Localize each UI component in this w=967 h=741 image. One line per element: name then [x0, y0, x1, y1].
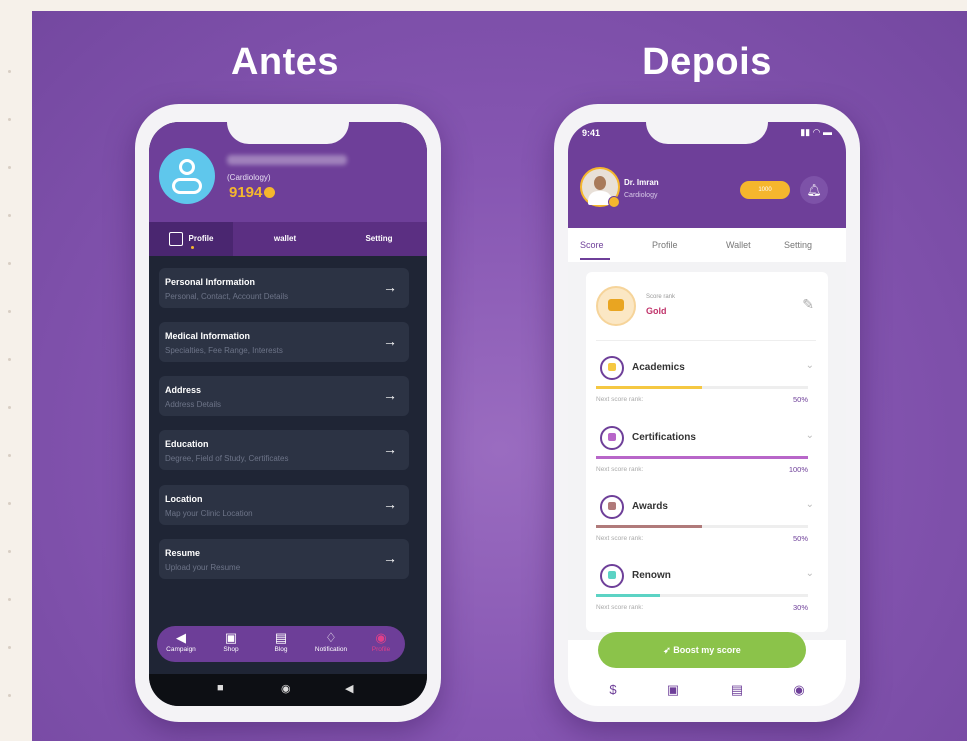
avatar[interactable]: [159, 148, 215, 204]
before-screen: (Cardiology) 9194 Profile wallet Setting…: [149, 122, 427, 706]
profile-tabs: Score Profile Wallet Setting: [568, 228, 846, 262]
profile-icon[interactable]: ◉: [790, 682, 808, 698]
progress-track: [596, 594, 808, 597]
tab-setting[interactable]: Setting: [784, 240, 812, 250]
arrow-right-icon: →: [383, 279, 397, 295]
chevron-down-icon: ⌄: [805, 499, 814, 510]
score-card: Score rank Gold ✎ Academics ⌄ Next score…: [586, 272, 828, 632]
nav-shop[interactable]: ▣ Shop: [207, 630, 255, 653]
before-phone: (Cardiology) 9194 Profile wallet Setting…: [135, 104, 441, 722]
progress-fill: [596, 456, 808, 459]
arrow-right-icon: →: [383, 550, 397, 566]
notch: [227, 122, 349, 144]
edit-icon[interactable]: ✎: [802, 296, 814, 313]
shop-icon: ▣: [224, 630, 238, 645]
arrow-right-icon: →: [383, 387, 397, 403]
tab-score[interactable]: Score: [580, 240, 604, 250]
list-item[interactable]: Medical Information Specialties, Fee Rang…: [159, 322, 409, 362]
user-name-blurred: [227, 155, 347, 165]
blog-icon: ▤: [274, 630, 288, 645]
chevron-down-icon: ⌄: [805, 430, 814, 441]
chevron-down-icon: ⌄: [805, 360, 814, 371]
back-icon[interactable]: ◀: [345, 682, 353, 695]
shop-icon[interactable]: ▣: [664, 682, 682, 698]
decorative-dots: [8, 0, 16, 741]
coin-balance: 9194: [229, 184, 276, 201]
active-tab-indicator: [580, 258, 610, 260]
score-rank-value: Gold: [646, 306, 667, 316]
academics-icon: [600, 356, 624, 380]
tab-setting[interactable]: Setting: [337, 222, 421, 256]
score-section-certifications[interactable]: Certifications ⌄ Next score rank: 100%: [596, 426, 818, 492]
tab-profile[interactable]: Profile: [149, 222, 233, 256]
chevron-down-icon: ⌄: [805, 568, 814, 579]
nav-blog[interactable]: ▤ Blog: [257, 630, 305, 653]
specialty-label: (Cardiology): [227, 173, 271, 182]
blog-icon[interactable]: ▤: [728, 682, 746, 698]
badge-icon: [608, 196, 620, 208]
score-section-awards[interactable]: Awards ⌄ Next score rank: 50%: [596, 495, 818, 561]
score-rank-label: Score rank: [646, 294, 676, 300]
divider: [596, 340, 816, 341]
after-phone: 9:41 ▮▮ ◠ ▬ Dr. Imran Cardiology 1000 🔔︎…: [554, 104, 860, 722]
awards-icon: [600, 495, 624, 519]
comparison-panel: Antes Depois (Cardiology) 9194 Profile w…: [32, 11, 967, 741]
nav-profile[interactable]: ◉ Profile: [357, 630, 405, 653]
bottom-nav: ◀ Campaign ▣ Shop ▤ Blog ♢ Notification ◉ Pro…: [157, 626, 405, 662]
home-icon[interactable]: ◉: [281, 682, 291, 695]
score-section-renown[interactable]: Renown ⌄ Next score rank: 30%: [596, 564, 818, 630]
nav-campaign[interactable]: ◀ Campaign: [157, 630, 205, 653]
progress-fill: [596, 594, 660, 597]
renown-icon: [600, 564, 624, 588]
megaphone-icon: ◀: [176, 630, 186, 645]
tab-wallet[interactable]: Wallet: [726, 240, 751, 250]
progress-fill: [596, 386, 702, 389]
list-item[interactable]: Personal Information Personal, Contact, A…: [159, 268, 409, 308]
list-item[interactable]: Education Degree, Field of Study, Certifi…: [159, 430, 409, 470]
system-nav-bar: ■ ◉ ◀: [149, 674, 427, 706]
profile-tabs: Profile wallet Setting: [149, 222, 427, 256]
score-section-academics[interactable]: Academics ⌄ Next score rank: 50%: [596, 356, 818, 422]
wallet-icon[interactable]: $: [604, 682, 622, 697]
tab-wallet[interactable]: wallet: [243, 222, 327, 256]
bell-icon[interactable]: 🔔︎: [800, 176, 828, 204]
after-screen: 9:41 ▮▮ ◠ ▬ Dr. Imran Cardiology 1000 🔔︎…: [568, 122, 846, 706]
arrow-right-icon: →: [383, 496, 397, 512]
list-item[interactable]: Location Map your Clinic Location →: [159, 485, 409, 525]
arrow-right-icon: →: [383, 441, 397, 457]
progress-track: [596, 386, 808, 389]
profile-icon: ◉: [375, 630, 387, 645]
arrow-right-icon: →: [383, 333, 397, 349]
coin-pill[interactable]: 1000: [740, 181, 790, 199]
status-time: 9:41: [582, 128, 601, 138]
bell-icon: ♢: [325, 630, 337, 645]
nav-notification[interactable]: ♢ Notification: [307, 630, 355, 653]
rocket-icon: ➶: [663, 645, 674, 655]
status-icons: ▮▮ ◠ ▬: [800, 127, 832, 137]
progress-track: [596, 525, 808, 528]
avatar[interactable]: [580, 167, 620, 208]
after-title: Depois: [642, 41, 772, 83]
trophy-icon: [596, 286, 636, 326]
progress-fill: [596, 525, 702, 528]
canvas: Antes Depois (Cardiology) 9194 Profile w…: [0, 0, 967, 741]
doctor-name: Dr. Imran: [624, 178, 659, 187]
coin-icon: [264, 187, 276, 198]
boost-score-button[interactable]: ➶ Boost my score: [598, 632, 806, 668]
before-title: Antes: [230, 41, 340, 83]
notch: [646, 122, 768, 144]
list-item[interactable]: Resume Upload your Resume →: [159, 539, 409, 579]
progress-track: [596, 456, 808, 459]
specialty-label: Cardiology: [624, 192, 658, 199]
recents-icon[interactable]: ■: [217, 682, 224, 694]
certifications-icon: [600, 426, 624, 450]
list-item[interactable]: Address Address Details →: [159, 376, 409, 416]
tab-profile[interactable]: Profile: [652, 240, 678, 250]
profile-icon: [168, 231, 183, 246]
